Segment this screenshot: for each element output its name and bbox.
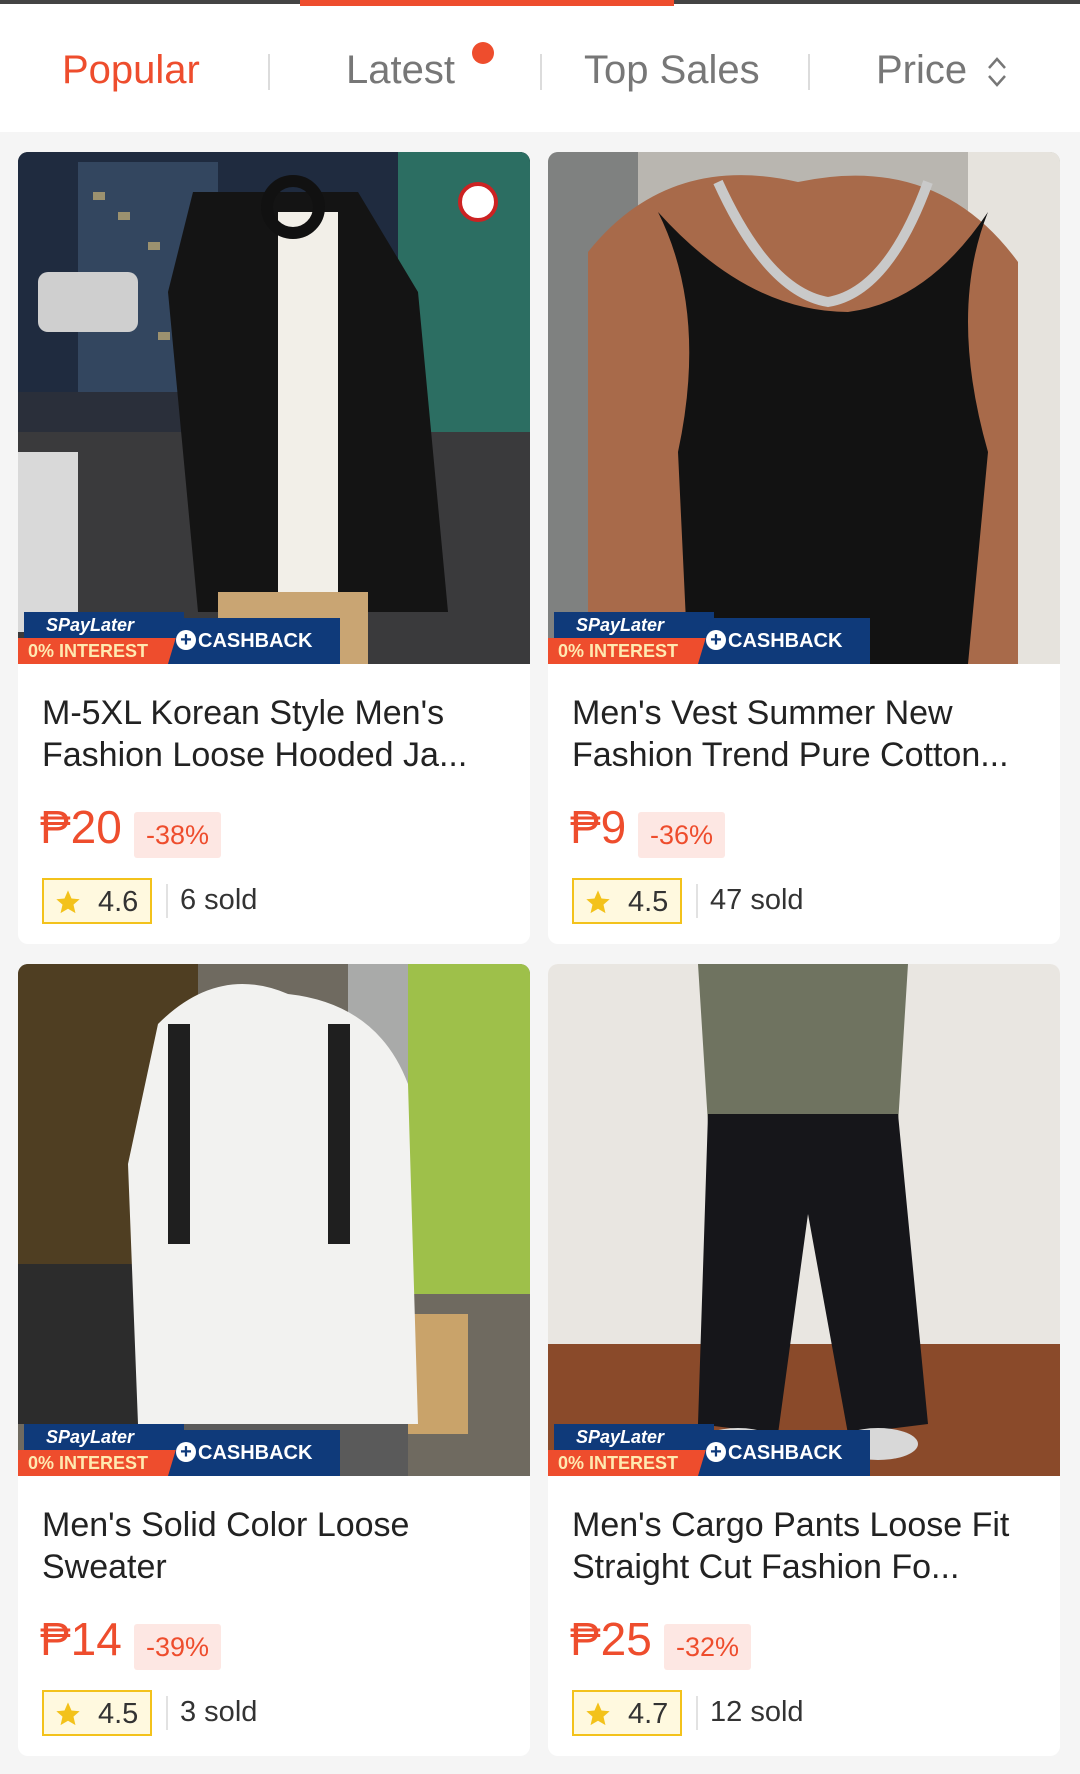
spaylater-cashback-badge: SPayLater 0% INTEREST CASHBACK <box>18 612 340 664</box>
star-icon <box>56 1702 80 1726</box>
spaylater-cashback-badge: SPayLater 0% INTEREST CASHBACK <box>548 612 870 664</box>
discount-badge: -39% <box>134 1624 222 1670</box>
tab-popular[interactable]: Popular <box>62 48 200 93</box>
spaylater-label: SPayLater <box>554 1424 714 1450</box>
active-indicator <box>300 0 674 6</box>
cashback-label: CASHBACK <box>698 618 870 664</box>
rating-value: 4.5 <box>98 1698 139 1730</box>
product-image[interactable]: SPayLater 0% INTEREST CASHBACK <box>548 964 1060 1476</box>
interest-label: 0% INTEREST <box>18 638 184 664</box>
rating-badge: 4.7 <box>572 1690 682 1736</box>
product-price: ₱14 <box>40 1613 122 1665</box>
product-price: ₱9 <box>570 801 627 853</box>
product-title[interactable]: Men's Cargo Pants Loose Fit Straight Cut… <box>572 1504 1042 1588</box>
interest-label: 0% INTEREST <box>548 1450 714 1476</box>
rating-badge: 4.5 <box>572 878 682 924</box>
product-title[interactable]: M-5XL Korean Style Men's Fashion Loose H… <box>42 692 512 776</box>
new-dot-icon <box>472 42 494 64</box>
star-icon <box>586 1702 610 1726</box>
product-price: ₱25 <box>570 1613 652 1665</box>
product-image[interactable]: SPayLater 0% INTEREST CASHBACK <box>18 152 530 664</box>
interest-label: 0% INTEREST <box>18 1450 184 1476</box>
product-card[interactable]: SPayLater 0% INTEREST CASHBACK M-5XL Kor… <box>18 152 530 944</box>
discount-badge: -36% <box>638 812 726 858</box>
tab-divider <box>540 54 542 90</box>
rating-badge: 4.5 <box>42 1690 152 1736</box>
interest-label: 0% INTEREST <box>548 638 714 664</box>
tab-top-sales[interactable]: Top Sales <box>584 48 760 93</box>
product-title[interactable]: Men's Solid Color Loose Sweater <box>42 1504 512 1588</box>
product-card[interactable]: SPayLater 0% INTEREST CASHBACK Men's Car… <box>548 964 1060 1756</box>
divider <box>696 884 698 918</box>
sold-count: 6 sold <box>180 884 258 916</box>
product-card[interactable]: SPayLater 0% INTEREST CASHBACK Men's Ves… <box>548 152 1060 944</box>
tab-price[interactable]: Price <box>876 48 967 93</box>
discount-badge: -38% <box>134 812 222 858</box>
cashback-label: CASHBACK <box>698 1430 870 1476</box>
divider <box>166 1696 168 1730</box>
cashback-label: CASHBACK <box>168 618 340 664</box>
cashback-label: CASHBACK <box>168 1430 340 1476</box>
tab-divider <box>268 54 270 90</box>
rating-value: 4.5 <box>628 886 669 918</box>
spaylater-label: SPayLater <box>24 1424 184 1450</box>
sold-count: 12 sold <box>710 1696 804 1728</box>
star-icon <box>56 890 80 914</box>
rating-badge: 4.6 <box>42 878 152 924</box>
spaylater-cashback-badge: SPayLater 0% INTEREST CASHBACK <box>548 1424 870 1476</box>
divider <box>166 884 168 918</box>
sort-bar: Popular Latest Top Sales Price <box>0 0 1080 132</box>
product-title[interactable]: Men's Vest Summer New Fashion Trend Pure… <box>572 692 1042 776</box>
sold-count: 47 sold <box>710 884 804 916</box>
divider <box>696 1696 698 1730</box>
spaylater-label: SPayLater <box>24 612 184 638</box>
rating-value: 4.7 <box>628 1698 669 1730</box>
spaylater-label: SPayLater <box>554 612 714 638</box>
discount-badge: -32% <box>664 1624 752 1670</box>
tab-divider <box>808 54 810 90</box>
sold-count: 3 sold <box>180 1696 258 1728</box>
spaylater-cashback-badge: SPayLater 0% INTEREST CASHBACK <box>18 1424 340 1476</box>
product-price: ₱20 <box>40 801 122 853</box>
tab-latest[interactable]: Latest <box>346 48 455 93</box>
sort-arrows-icon[interactable] <box>986 54 1008 90</box>
rating-value: 4.6 <box>98 886 139 918</box>
product-image[interactable]: SPayLater 0% INTEREST CASHBACK <box>548 152 1060 664</box>
product-card[interactable]: SPayLater 0% INTEREST CASHBACK Men's Sol… <box>18 964 530 1756</box>
star-icon <box>586 890 610 914</box>
product-image[interactable]: SPayLater 0% INTEREST CASHBACK <box>18 964 530 1476</box>
